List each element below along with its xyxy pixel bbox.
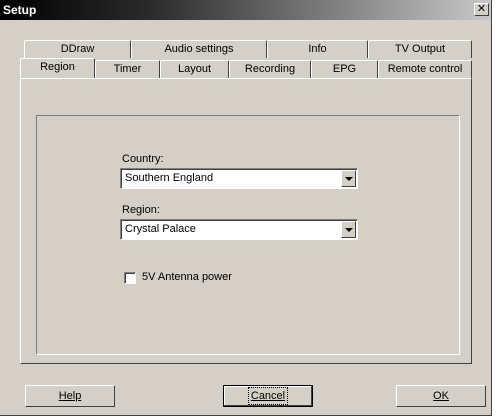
setup-window: Setup ✕ DDraw Audio settings Info TV Out… bbox=[0, 0, 492, 416]
tab-region[interactable]: Region bbox=[20, 58, 95, 78]
region-select[interactable]: Crystal Palace bbox=[120, 219, 358, 240]
tab-label: DDraw bbox=[60, 43, 95, 55]
region-value: Crystal Palace bbox=[125, 223, 196, 235]
antenna-power-checkbox[interactable] bbox=[124, 272, 136, 284]
ok-button[interactable]: OK bbox=[396, 385, 486, 407]
tab-audio-settings[interactable]: Audio settings bbox=[131, 40, 267, 58]
ok-button-label: OK bbox=[433, 390, 449, 402]
tab-label: Region bbox=[40, 61, 75, 73]
tab-info[interactable]: Info bbox=[267, 40, 368, 58]
tab-label: Recording bbox=[244, 63, 296, 75]
cancel-button[interactable]: Cancel bbox=[223, 385, 313, 407]
chevron-down-icon[interactable] bbox=[341, 170, 356, 187]
country-select[interactable]: Southern England bbox=[120, 168, 358, 189]
tab-layout[interactable]: Layout bbox=[160, 60, 229, 78]
tab-label: Timer bbox=[113, 63, 142, 75]
window-title: Setup bbox=[3, 3, 37, 17]
tab-label: Remote control bbox=[387, 63, 463, 75]
cancel-button-label: Cancel bbox=[247, 387, 289, 405]
tab-ddraw[interactable]: DDraw bbox=[24, 40, 131, 58]
tab-tv-output[interactable]: TV Output bbox=[368, 40, 472, 58]
tab-label: Audio settings bbox=[164, 43, 234, 55]
tab-label: EPG bbox=[332, 63, 357, 75]
tab-label: Layout bbox=[177, 63, 212, 75]
title-bar[interactable]: Setup ✕ bbox=[0, 0, 491, 20]
tab-remote-control[interactable]: Remote control bbox=[378, 60, 472, 78]
tab-recording[interactable]: Recording bbox=[229, 60, 311, 78]
tab-label: Info bbox=[308, 43, 327, 55]
country-value: Southern England bbox=[125, 172, 214, 184]
chevron-down-icon[interactable] bbox=[341, 221, 356, 238]
close-button[interactable]: ✕ bbox=[474, 3, 489, 16]
region-label: Region: bbox=[122, 204, 160, 216]
tab-label: TV Output bbox=[394, 43, 446, 55]
antenna-power-label: 5V Antenna power bbox=[142, 271, 232, 283]
close-icon: ✕ bbox=[476, 3, 487, 15]
tab-timer[interactable]: Timer bbox=[95, 60, 160, 78]
tab-epg[interactable]: EPG bbox=[311, 60, 378, 78]
help-button[interactable]: Help bbox=[25, 385, 115, 407]
country-label: Country: bbox=[122, 153, 164, 165]
help-button-label: Help bbox=[58, 390, 82, 402]
